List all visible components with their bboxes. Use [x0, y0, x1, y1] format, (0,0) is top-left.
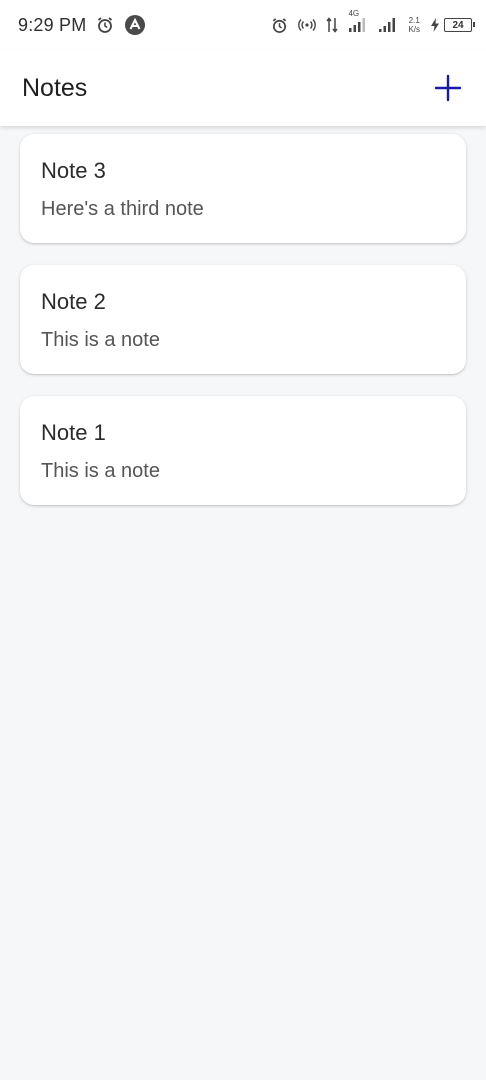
- signal-icon: [378, 17, 398, 33]
- alarm-icon: [271, 17, 288, 34]
- app-header: Notes: [0, 50, 486, 126]
- notes-list: Note 3 Here's a third note Note 2 This i…: [20, 134, 466, 527]
- battery-icon: 24: [444, 18, 475, 32]
- data-transfer-icon: [326, 17, 339, 33]
- note-card[interactable]: Note 2 This is a note: [20, 265, 466, 374]
- hotspot-icon: [298, 18, 317, 32]
- status-bar-right: 4G 2.1 K/s 24: [271, 9, 475, 34]
- note-card[interactable]: Note 3 Here's a third note: [20, 134, 466, 243]
- note-body: This is a note: [41, 329, 160, 351]
- network-speed-unit: K/s: [408, 25, 420, 34]
- status-bar-left: 9:29 PM: [18, 14, 146, 36]
- battery-level: 24: [452, 19, 464, 31]
- network-speed-value: 2.1: [408, 16, 420, 25]
- charging-icon: [430, 18, 440, 32]
- note-title: Note 2: [41, 289, 106, 314]
- network-speed: 2.1 K/s: [408, 16, 420, 34]
- add-note-button[interactable]: [428, 68, 468, 108]
- plus-icon: [434, 74, 462, 102]
- network-type-label: 4G: [348, 9, 360, 18]
- app-notification-icon: [124, 14, 146, 36]
- alarm-icon: [96, 16, 114, 34]
- note-body: Here's a third note: [41, 198, 204, 220]
- note-body: This is a note: [41, 460, 160, 482]
- note-title: Note 1: [41, 420, 106, 445]
- note-title: Note 3: [41, 158, 106, 183]
- page-title: Notes: [22, 73, 88, 102]
- signal-icon: 4G: [348, 9, 368, 33]
- status-time: 9:29 PM: [18, 14, 87, 35]
- note-card[interactable]: Note 1 This is a note: [20, 396, 466, 505]
- status-bar: 9:29 PM 4G 2.1 K/s 24: [0, 0, 486, 50]
